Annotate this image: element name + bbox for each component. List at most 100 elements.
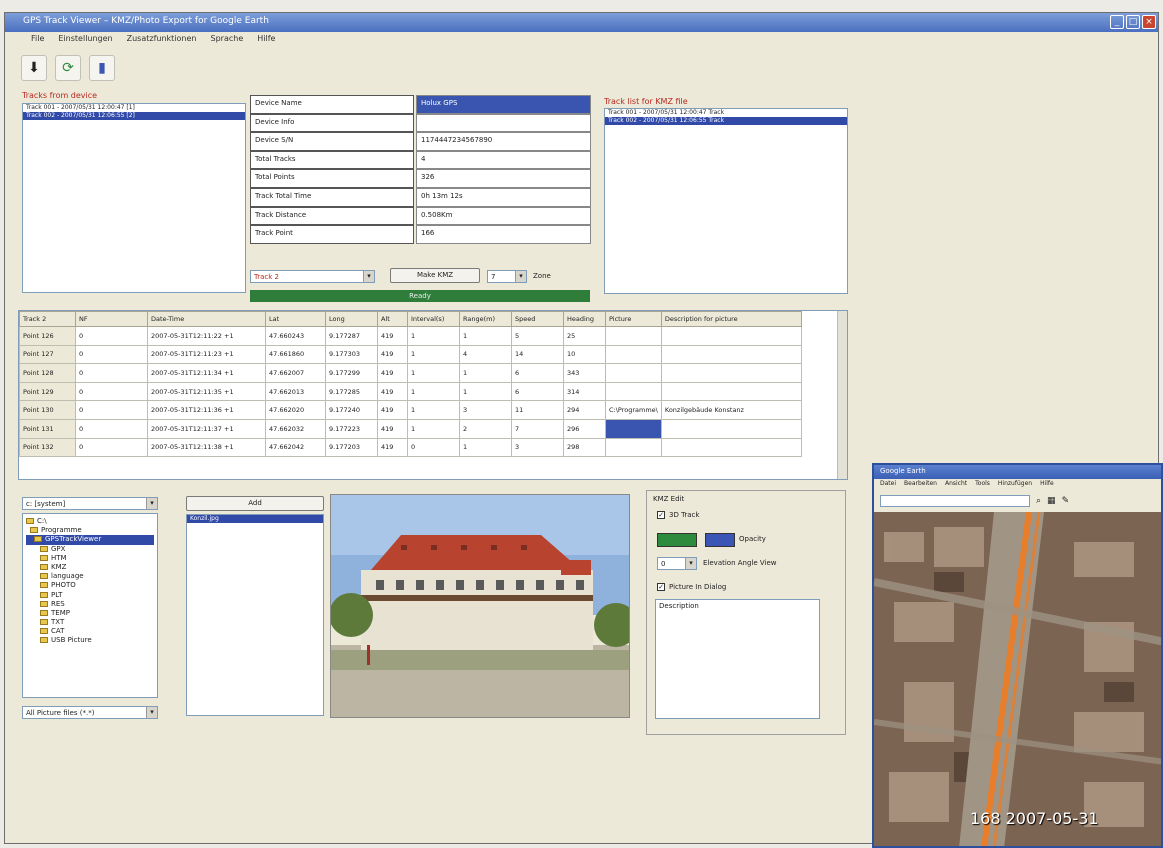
table-scrollbar[interactable] [837,311,847,479]
menu-settings[interactable]: Einstellungen [58,34,112,45]
table-cell[interactable]: 296 [563,418,606,439]
table-cell[interactable] [660,437,802,458]
table-row[interactable]: Point 126 0 2007-05-31T12:11:22 +1 47.66024… [19,326,802,346]
column-header[interactable]: Alt [377,311,408,327]
table-cell[interactable]: 419 [377,400,408,420]
column-header[interactable]: Date-Time [147,311,266,327]
table-cell[interactable]: 1 [407,326,460,346]
column-header[interactable]: Interval(s) [407,311,460,327]
table-cell[interactable] [660,418,802,439]
table-cell[interactable]: Konzilgebäude Konstanz [660,400,802,420]
folder-item[interactable]: HTM [26,554,154,563]
table-cell[interactable]: 419 [377,437,408,458]
table-cell[interactable]: 25 [563,326,606,346]
folder-item[interactable]: language [26,572,154,581]
column-header[interactable]: NF [75,311,148,327]
row-header-cell[interactable]: Point 131 [19,418,76,439]
table-cell[interactable]: 2007-05-31T12:11:37 +1 [147,418,266,439]
table-cell[interactable]: 1 [407,381,460,402]
chevron-down-icon[interactable]: ▾ [515,271,526,282]
table-cell[interactable]: 47.662042 [265,437,326,458]
refresh-button[interactable]: ⟳ [55,55,81,81]
table-cell[interactable] [605,326,662,346]
list-item[interactable]: Track 002 - 2007/05/31 12:06:55 Track [605,117,847,125]
menu-help[interactable]: Hilfe [257,34,275,45]
table-row[interactable]: Point 127 0 2007-05-31T12:11:23 +1 47.66186… [19,344,802,365]
table-cell[interactable]: 47.661860 [265,344,326,365]
earth-menu-item[interactable]: Bearbeiten [904,480,937,489]
column-header[interactable]: Speed [511,311,564,327]
table-cell[interactable]: 9.177240 [325,400,378,420]
opacity-color-swatch[interactable] [705,533,735,547]
table-cell[interactable]: 9.177303 [325,344,378,365]
table-cell[interactable] [660,326,802,346]
table-cell[interactable]: 1 [407,363,460,383]
table-cell[interactable]: 1 [407,344,460,365]
table-cell[interactable]: 0 [75,344,148,365]
table-cell[interactable]: 9.177299 [325,363,378,383]
folder-item[interactable]: C:\ [26,517,154,526]
table-cell[interactable] [605,381,662,402]
picture-dialog-checkbox[interactable]: ✓ [657,583,665,591]
table-cell[interactable]: 0 [75,418,148,439]
description-field[interactable]: Description [655,599,820,719]
kmz-track-list[interactable]: Track 001 - 2007/05/31 12:00:47 Track Tr… [604,108,848,294]
table-cell[interactable]: 2007-05-31T12:11:38 +1 [147,437,266,458]
table-cell[interactable]: 2007-05-31T12:11:36 +1 [147,400,266,420]
column-header[interactable]: Long [325,311,378,327]
folder-item[interactable]: KMZ [26,563,154,572]
drive-select[interactable]: c: [system] ▾ [22,497,158,510]
table-row[interactable]: Point 131 0 2007-05-31T12:11:37 +1 47.66203… [19,418,802,439]
folder-item[interactable]: GPX [26,545,154,554]
list-item[interactable]: Konzil.jpg [187,515,323,523]
list-item[interactable]: Track 001 - 2007/05/31 12:00:47 Track [605,109,847,117]
table-cell[interactable] [660,344,802,365]
table-cell[interactable]: 1 [459,437,512,458]
table-cell[interactable]: 7 [511,418,564,439]
device-track-list[interactable]: Track 001 - 2007/05/31 12:00:47 [1] Trac… [22,103,246,293]
table-row[interactable]: Point 129 0 2007-05-31T12:11:35 +1 47.66201… [19,381,802,402]
table-cell[interactable]: 2007-05-31T12:11:23 +1 [147,344,266,365]
chevron-down-icon[interactable]: ▾ [363,271,374,282]
table-cell[interactable]: C:\Programme\ [605,400,662,420]
menu-file[interactable]: File [31,34,44,45]
row-header-cell[interactable]: Point 128 [19,363,76,383]
download-button[interactable]: ⬇ [21,55,47,81]
table-cell[interactable] [605,344,662,365]
table-cell[interactable]: 2007-05-31T12:11:22 +1 [147,326,266,346]
table-cell[interactable]: 1 [407,400,460,420]
table-cell[interactable]: 6 [511,381,564,402]
folder-item[interactable]: USB Picture [26,636,154,645]
table-cell[interactable]: 47.662013 [265,381,326,402]
table-cell[interactable]: 0 [75,363,148,383]
earth-menu-item[interactable]: Datei [880,480,896,489]
table-cell[interactable]: 14 [511,344,564,365]
menu-language[interactable]: Sprache [211,34,244,45]
table-cell[interactable]: 2007-05-31T12:11:34 +1 [147,363,266,383]
column-header[interactable]: Range(m) [459,311,512,327]
angle-select[interactable]: 0 ▾ [657,557,697,570]
device-button[interactable]: ▮ [89,55,115,81]
table-cell[interactable]: 2 [459,418,512,439]
tools-icon[interactable]: ✎ [1062,496,1070,506]
table-cell[interactable]: 9.177203 [325,437,378,458]
table-cell[interactable]: 9.177287 [325,326,378,346]
table-cell[interactable]: 0 [75,437,148,458]
list-item[interactable]: Track 001 - 2007/05/31 12:00:47 [1] [23,104,245,112]
column-header[interactable]: Heading [563,311,606,327]
column-header[interactable]: Lat [265,311,326,327]
table-cell[interactable]: 47.660243 [265,326,326,346]
table-cell[interactable]: 298 [563,437,606,458]
earth-search-input[interactable] [880,495,1030,507]
table-cell[interactable]: 0 [75,400,148,420]
table-cell[interactable]: 6 [511,363,564,383]
table-cell[interactable]: 1 [459,326,512,346]
chevron-down-icon[interactable]: ▾ [146,707,157,718]
make-kmz-button[interactable]: Make KMZ [390,268,480,283]
folder-item[interactable]: TXT [26,618,154,627]
table-cell[interactable]: 0 [75,326,148,346]
table-cell[interactable]: 4 [459,344,512,365]
folder-item[interactable]: RES [26,600,154,609]
table-cell[interactable]: 419 [377,418,408,439]
chevron-down-icon[interactable]: ▾ [146,498,157,509]
